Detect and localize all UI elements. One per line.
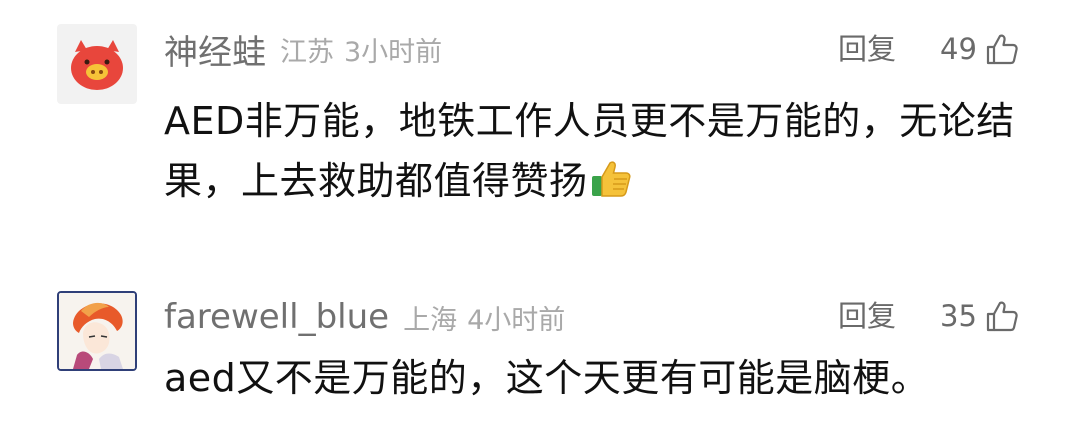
thumb-up-icon bbox=[986, 34, 1018, 65]
avatar[interactable] bbox=[57, 24, 137, 104]
timestamp: 3小时前 bbox=[344, 36, 443, 68]
username[interactable]: farewell_blue bbox=[164, 297, 389, 337]
avatar[interactable] bbox=[57, 291, 137, 371]
thumbs-up-emoji-icon bbox=[591, 161, 631, 197]
location-label: 上海 bbox=[403, 304, 458, 336]
comment-text: aed又不是万能的，这个天更有可能是脑梗。 bbox=[164, 348, 1044, 408]
comment-body: aed又不是万能的，这个天更有可能是脑梗。 bbox=[164, 356, 930, 400]
reply-button[interactable]: 回复 bbox=[838, 24, 896, 74]
like-button[interactable]: 35 bbox=[940, 291, 1019, 341]
pig-avatar-icon bbox=[57, 24, 137, 104]
timestamp: 4小时前 bbox=[467, 304, 566, 336]
comment-meta: 神经蛙 江苏 3小时前 bbox=[164, 24, 442, 74]
comment-text: AED非万能，地铁工作人员更不是万能的，无论结果，上去救助都值得赞扬 bbox=[164, 91, 1044, 211]
like-count: 35 bbox=[940, 299, 977, 333]
thumb-up-icon bbox=[986, 301, 1018, 332]
username[interactable]: 神经蛙 bbox=[164, 25, 266, 74]
anime-character-avatar-icon bbox=[59, 293, 135, 369]
reply-button[interactable]: 回复 bbox=[838, 291, 896, 341]
like-count: 49 bbox=[940, 32, 977, 66]
location-label: 江苏 bbox=[280, 36, 334, 68]
comment-meta: farewell_blue 上海 4小时前 bbox=[164, 292, 565, 342]
like-button[interactable]: 49 bbox=[940, 24, 1019, 74]
